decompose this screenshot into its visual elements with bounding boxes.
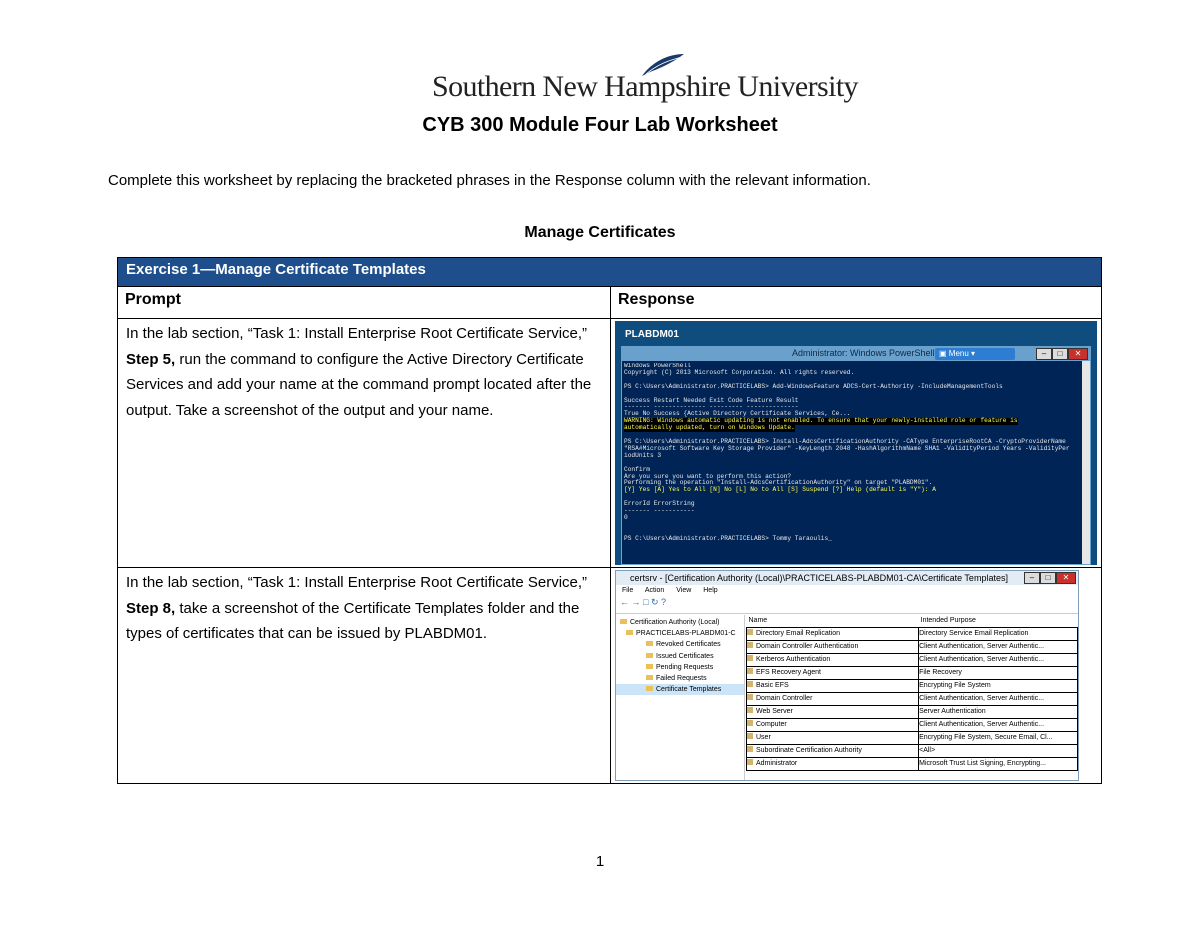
prompt-text: take a screenshot of the Certificate Tem… (126, 599, 580, 643)
page-number: 1 (595, 853, 605, 870)
folder-icon (646, 686, 653, 692)
section-title: Manage Certificates (524, 224, 676, 241)
powershell-screenshot: PLABDM01 Administrator: Windows PowerShe… (615, 321, 1098, 565)
menu-item-file[interactable]: File (622, 587, 645, 594)
column-header-name[interactable]: Name (747, 615, 919, 628)
worksheet-table: Exercise 1—Manage Certificate Templates … (116, 257, 1103, 784)
intro-text: Complete this worksheet by replacing the… (108, 172, 871, 189)
response-cell-2: certsrv - [Certification Authority (Loca… (609, 567, 1103, 784)
back-icon[interactable]: ← (620, 597, 629, 607)
tree-item[interactable]: Certification Authority (Local) (616, 617, 744, 628)
mmc-titlebar: certsrv - [Certification Authority (Loca… (616, 571, 1079, 585)
up-icon[interactable]: □ (643, 597, 648, 607)
menu-item-help[interactable]: Help (703, 587, 717, 594)
table-row[interactable]: Computer Client Authentication, Server Au… (745, 718, 1079, 732)
template-icon (747, 733, 753, 739)
window-title: Administrator: Windows PowerShell (792, 348, 935, 358)
table-row[interactable]: Directory Email Replication Directory Ser… (745, 627, 1079, 641)
refresh-icon[interactable]: ↻ (651, 597, 659, 607)
table-row[interactable]: Web Server Server Authentication (745, 705, 1079, 719)
table-row[interactable]: Subordinate Certification Authority <All> (745, 744, 1079, 758)
table-row[interactable]: User Encrypting File System, Secure Email… (745, 731, 1079, 745)
console-line: "RSA#Microsoft Software Key Storage Prov… (624, 444, 1070, 452)
table-row[interactable]: Basic EFS Encrypting File System (745, 679, 1079, 693)
folder-icon (646, 652, 653, 658)
table-row[interactable]: Kerberos Authentication Client Authentica… (745, 653, 1079, 667)
console-tree: Certification Authority (Local) PRACTICEL… (616, 615, 745, 780)
tree-item[interactable]: Failed Requests (616, 673, 744, 684)
tree-item[interactable]: Certificate Templates (616, 684, 744, 696)
document-title: CYB 300 Module Four Lab Worksheet (422, 114, 778, 136)
help-icon[interactable]: ? (661, 597, 666, 607)
folder-icon (646, 675, 653, 681)
console-output: Windows PowerShell Copyright (C) 2013 Mic… (624, 363, 1080, 562)
forward-icon[interactable]: → (632, 597, 641, 607)
console-line: iodUnits 3 (624, 451, 662, 459)
console-line: Copyright (C) 2013 Microsoft Corporation… (624, 368, 855, 376)
folder-icon (620, 619, 627, 624)
prompt-text: In the lab section, “Task 1: Install Ent… (126, 574, 588, 591)
minimize-icon[interactable]: – (1036, 348, 1053, 360)
prompt-step: Step 8, (126, 599, 176, 617)
exercise-header: Exercise 1—Manage Certificate Templates (116, 257, 1103, 287)
folder-icon (646, 641, 653, 647)
template-icon (747, 642, 753, 648)
tree-item[interactable]: Revoked Certificates (616, 639, 744, 650)
template-icon (747, 681, 753, 687)
response-cell-1: PLABDM01 Administrator: Windows PowerShe… (609, 318, 1103, 568)
menu-item-action[interactable]: Action (645, 587, 676, 594)
confirm-line: [Y] Yes [A] Yes to All [N] No [L] No to … (624, 486, 936, 494)
console-line: PS C:\Users\Administrator.PRACTICELABS> … (624, 382, 1003, 390)
prompt-cell-1: In the lab section, “Task 1: Install Ent… (117, 318, 611, 568)
table-row[interactable]: EFS Recovery Agent File Recovery (745, 666, 1079, 680)
template-icon (747, 759, 753, 765)
table-row[interactable]: Administrator Microsoft Trust List Signin… (745, 757, 1079, 771)
close-icon[interactable]: ✕ (1068, 348, 1089, 360)
prompt-step: Step 5, (126, 350, 176, 368)
university-logo: Southern New Hampshire University (432, 52, 859, 104)
folder-icon (646, 663, 653, 669)
mmc-toolbar: ← → □ ↻ ? (616, 597, 1079, 614)
console-line: PS C:\Users\Administrator.PRACTICELABS> … (624, 534, 832, 542)
minimize-icon[interactable]: – (1024, 572, 1041, 584)
host-label: PLABDM01 (625, 329, 679, 340)
warning-line: automatically updated, turn on Windows U… (624, 424, 795, 433)
menu-button[interactable]: ▣ Menu ▾ (935, 348, 1015, 360)
tree-item[interactable]: PRACTICELABS-PLABDM01-C (616, 628, 744, 639)
prompt-column-header: Prompt (117, 286, 611, 319)
response-column-header: Response (609, 286, 1103, 319)
console-line: ------- ----------- (624, 507, 695, 515)
feather-icon (642, 54, 684, 76)
template-icon (747, 707, 753, 713)
template-icon (747, 746, 753, 752)
mmc-menubar: File Action View Help (616, 585, 1078, 597)
template-icon (747, 694, 753, 700)
prompt-text: run the command to configure the Active … (126, 350, 592, 419)
scrollbar[interactable] (1082, 361, 1091, 564)
table-row[interactable]: Domain Controller Authentication Client A… (745, 640, 1079, 654)
template-icon (747, 629, 753, 635)
window-titlebar: Administrator: Windows PowerShell ▣ Menu… (622, 347, 1091, 361)
template-list: Name Intended Purpose Directory Email Re… (745, 615, 1079, 780)
menu-item-view[interactable]: View (676, 587, 703, 594)
powershell-window: Administrator: Windows PowerShell ▣ Menu… (621, 346, 1092, 565)
tree-item[interactable]: Issued Certificates (616, 651, 744, 662)
console-line: 0 (624, 513, 628, 521)
table-row[interactable]: Domain Controller Client Authentication, … (745, 692, 1079, 706)
tree-item[interactable]: Pending Requests (616, 662, 744, 673)
close-icon[interactable]: ✕ (1056, 572, 1077, 584)
certsrv-screenshot: certsrv - [Certification Authority (Loca… (615, 570, 1080, 781)
maximize-icon[interactable]: □ (1040, 572, 1057, 584)
prompt-cell-2: In the lab section, “Task 1: Install Ent… (117, 567, 611, 784)
mmc-window-title: certsrv - [Certification Authority (Loca… (630, 573, 1008, 583)
template-icon (747, 668, 753, 674)
prompt-text: In the lab section, “Task 1: Install Ent… (126, 325, 588, 342)
template-icon (747, 655, 753, 661)
folder-icon (626, 630, 633, 636)
maximize-icon[interactable]: □ (1052, 348, 1069, 360)
template-icon (747, 720, 753, 726)
column-header-purpose[interactable]: Intended Purpose (919, 615, 1078, 628)
